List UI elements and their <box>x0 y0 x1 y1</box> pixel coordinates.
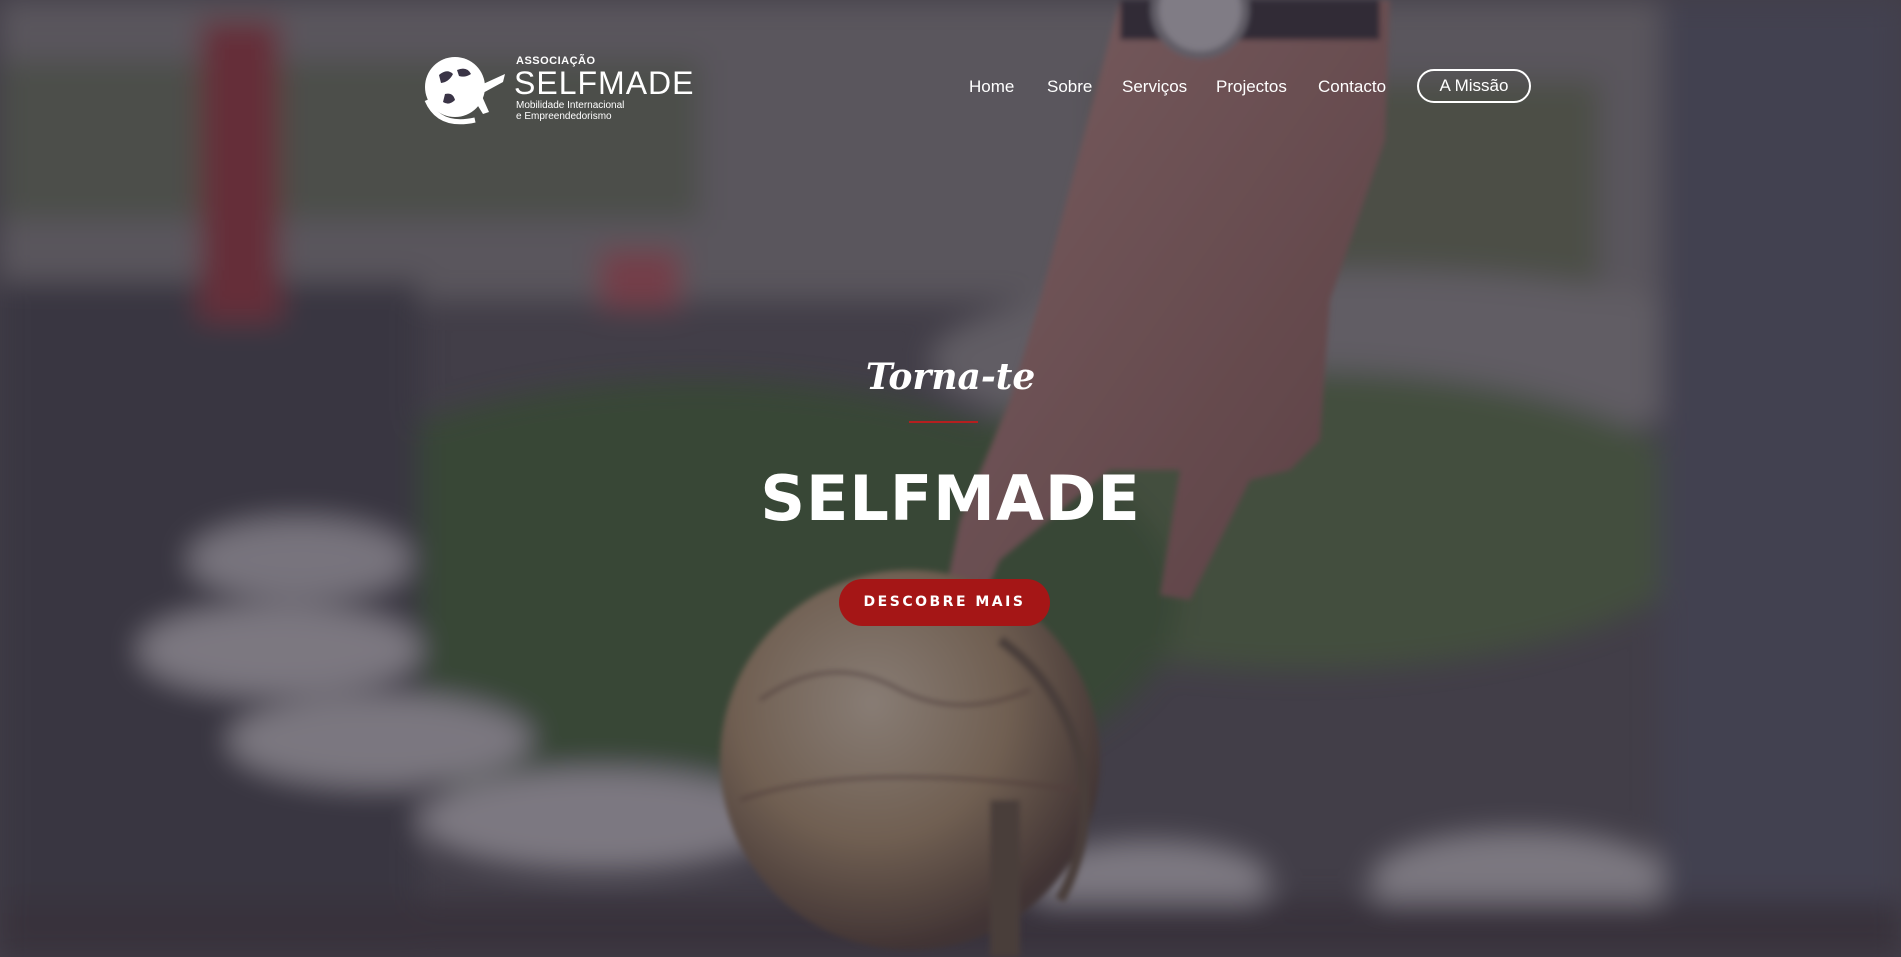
nav-sobre[interactable]: Sobre <box>1047 70 1092 104</box>
site-logo[interactable]: ASSOCIAÇÃO SELFMADE Mobilidade Internaci… <box>419 50 709 128</box>
logo-tagline-line1: Mobilidade Internacional <box>516 100 625 111</box>
nav-servicos[interactable]: Serviços <box>1122 70 1187 104</box>
nav-home[interactable]: Home <box>969 70 1014 104</box>
nav-missao-button[interactable]: A Missão <box>1417 69 1531 103</box>
logo-big-text: SELFMADE <box>514 65 695 101</box>
hero-title: SELFMADE <box>760 462 1141 535</box>
logo-tagline-line2: e Empreendedorismo <box>516 111 612 122</box>
hero-divider <box>909 421 978 423</box>
hero-pretitle: Torna-te <box>865 356 1036 398</box>
nav-projectos[interactable]: Projectos <box>1216 70 1287 104</box>
hero-section: ASSOCIAÇÃO SELFMADE Mobilidade Internaci… <box>0 0 1901 957</box>
discover-more-button[interactable]: DESCOBRE MAIS <box>839 579 1050 626</box>
logo-tagline: Mobilidade Internacional e Empreendedori… <box>516 100 656 122</box>
nav-contacto[interactable]: Contacto <box>1318 70 1386 104</box>
globe-plane-icon <box>424 57 505 125</box>
